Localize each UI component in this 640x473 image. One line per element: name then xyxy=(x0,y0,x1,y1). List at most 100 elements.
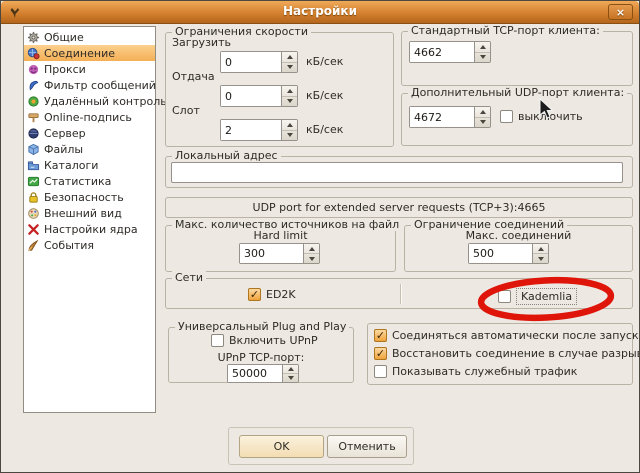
slot-allocation-spinner[interactable] xyxy=(220,119,298,141)
checkbox-checked-icon[interactable] xyxy=(374,329,387,342)
autoconnect-checkbox[interactable]: Соединяться автоматически после запуска xyxy=(374,329,640,342)
checkbox-label: выключить xyxy=(518,110,583,123)
spin-down-icon[interactable] xyxy=(304,254,319,263)
upload-limit-spinner[interactable] xyxy=(220,85,298,107)
sidebar-item-label: Сервер xyxy=(44,127,86,140)
vertical-separator xyxy=(400,284,402,304)
ed2k-checkbox[interactable]: ED2K xyxy=(248,288,296,301)
sidebar-item-core-settings[interactable]: Настройки ядра xyxy=(24,221,155,237)
settings-category-list: Общие Соединение Прокси Фильтр сообщений… xyxy=(23,26,156,413)
sidebar-item-label: Настройки ядра xyxy=(44,223,138,236)
sidebar-item-directories[interactable]: Каталоги xyxy=(24,157,155,173)
udp-port-spinner[interactable] xyxy=(409,106,491,128)
checkbox-label: Kademlia xyxy=(516,288,577,305)
appearance-palette-icon xyxy=(27,207,40,220)
enable-upnp-checkbox[interactable]: Включить UPnP xyxy=(211,334,318,347)
server-icon xyxy=(27,127,40,140)
upnp-port-input[interactable] xyxy=(228,365,282,382)
core-settings-x-icon xyxy=(27,223,40,236)
ok-button[interactable]: OK xyxy=(239,435,324,458)
local-address-input[interactable] xyxy=(171,162,623,183)
spin-down-icon[interactable] xyxy=(283,374,298,382)
reconnect-checkbox[interactable]: Восстановить соединение в случае разрыва xyxy=(374,347,640,360)
checkbox-label: Соединяться автоматически после запуска xyxy=(392,329,640,342)
udp-port-input[interactable] xyxy=(410,107,474,127)
security-lock-icon xyxy=(27,191,40,204)
spin-down-icon[interactable] xyxy=(475,118,490,128)
sidebar-item-message-filter[interactable]: Фильтр сообщений xyxy=(24,77,155,93)
connection-limits-group: Ограничение соединений Макс. соединений xyxy=(404,225,633,272)
checkbox-label: Включить UPnP xyxy=(229,334,318,347)
spin-down-icon[interactable] xyxy=(282,131,297,141)
titlebar[interactable]: Настройки × xyxy=(1,1,639,24)
tcp-port-spinner[interactable] xyxy=(409,41,491,63)
max-sources-group: Макс. количество источников на файл Hard… xyxy=(165,225,396,272)
cancel-button[interactable]: Отменить xyxy=(327,435,407,458)
gear-icon xyxy=(27,31,40,44)
spin-down-icon[interactable] xyxy=(475,53,490,63)
online-signature-icon xyxy=(27,111,40,124)
upnp-port-spinner[interactable] xyxy=(227,364,299,383)
spin-up-icon[interactable] xyxy=(282,120,297,131)
checkbox-icon[interactable] xyxy=(500,110,513,123)
group-title: Локальный адрес xyxy=(172,149,281,162)
sidebar-item-online-signature[interactable]: Online-подпись xyxy=(24,109,155,125)
sidebar-item-events[interactable]: События xyxy=(24,237,155,253)
message-filter-icon xyxy=(27,79,40,92)
upnp-port-label: UPnP TCP-порт: xyxy=(169,351,353,364)
spin-up-icon[interactable] xyxy=(304,244,319,254)
sidebar-item-statistics[interactable]: Статистика xyxy=(24,173,155,189)
sidebar-item-server[interactable]: Сервер xyxy=(24,125,155,141)
networks-group: Сети ED2K Kademlia xyxy=(165,278,633,309)
sidebar-item-label: Общие xyxy=(44,31,84,44)
hard-limit-spinner[interactable] xyxy=(239,243,320,264)
max-connections-input[interactable] xyxy=(469,244,532,263)
max-connections-spinner[interactable] xyxy=(468,243,549,264)
spin-up-icon[interactable] xyxy=(282,86,297,97)
show-overhead-checkbox[interactable]: Показывать служебный трафик xyxy=(374,365,577,378)
sidebar-item-label: События xyxy=(44,239,94,252)
checkbox-label: Восстановить соединение в случае разрыва xyxy=(392,347,640,360)
sidebar-item-remote-control[interactable]: Удалённый контроль xyxy=(24,93,155,109)
spin-up-icon[interactable] xyxy=(475,42,490,53)
kademlia-checkbox[interactable]: Kademlia xyxy=(498,288,577,305)
local-address-group: Локальный адрес xyxy=(165,156,633,188)
sidebar-item-label: Прокси xyxy=(44,63,86,76)
connection-options-frame: Соединяться автоматически после запуска … xyxy=(367,323,633,385)
spin-up-icon[interactable] xyxy=(475,107,490,118)
checkbox-checked-icon[interactable] xyxy=(248,288,261,301)
group-title: Дополнительный UDP-порт клиента: xyxy=(408,86,627,99)
checkbox-label: Показывать служебный трафик xyxy=(392,365,577,378)
hard-limit-input[interactable] xyxy=(240,244,303,263)
download-limit-input[interactable] xyxy=(221,52,281,72)
sidebar-item-label: Удалённый контроль xyxy=(44,95,167,108)
close-icon[interactable]: × xyxy=(608,4,633,20)
group-title: Универсальный Plug and Play xyxy=(175,320,349,333)
spin-down-icon[interactable] xyxy=(533,254,548,263)
download-limit-spinner[interactable] xyxy=(220,51,298,73)
max-connections-label: Макс. соединений xyxy=(405,229,632,242)
sidebar-item-appearance[interactable]: Внешний вид xyxy=(24,205,155,221)
slot-allocation-input[interactable] xyxy=(221,120,281,140)
checkbox-icon[interactable] xyxy=(374,365,387,378)
sidebar-item-general[interactable]: Общие xyxy=(24,29,155,45)
sidebar-item-files[interactable]: Файлы xyxy=(24,141,155,157)
tcp-port-group: Стандартный TCP-порт клиента: xyxy=(401,31,633,86)
checkbox-checked-icon[interactable] xyxy=(374,347,387,360)
checkbox-icon[interactable] xyxy=(211,334,224,347)
spin-down-icon[interactable] xyxy=(282,63,297,73)
upload-limit-input[interactable] xyxy=(221,86,281,106)
checkbox-icon[interactable] xyxy=(498,290,511,303)
spin-up-icon[interactable] xyxy=(533,244,548,254)
spin-down-icon[interactable] xyxy=(282,97,297,107)
spin-up-icon[interactable] xyxy=(283,365,298,374)
tcp-port-input[interactable] xyxy=(410,42,474,62)
sidebar-item-proxy[interactable]: Прокси xyxy=(24,61,155,77)
sidebar-item-security[interactable]: Безопасность xyxy=(24,189,155,205)
upload-label: Отдача xyxy=(172,70,215,83)
unit-label: кБ/сек xyxy=(306,123,343,136)
udp-disable-checkbox[interactable]: выключить xyxy=(500,110,583,123)
unit-label: кБ/сек xyxy=(306,55,343,68)
sidebar-item-connection[interactable]: Соединение xyxy=(24,45,155,61)
spin-up-icon[interactable] xyxy=(282,52,297,63)
